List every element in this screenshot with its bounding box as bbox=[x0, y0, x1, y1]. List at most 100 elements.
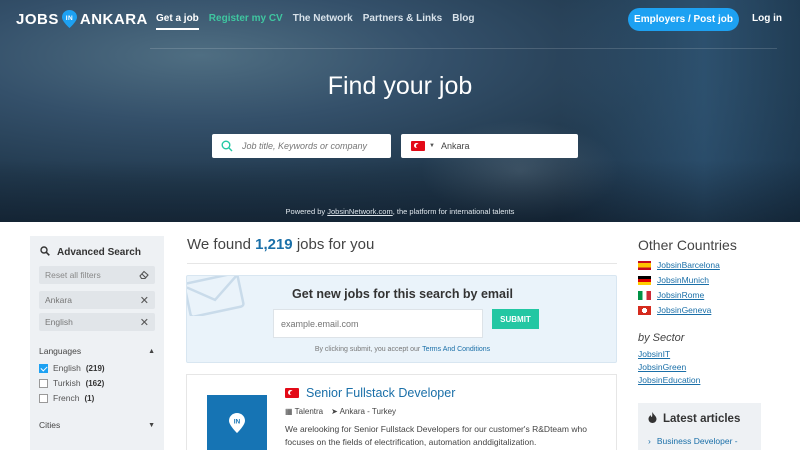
checkbox[interactable] bbox=[39, 393, 48, 403]
job-search-input[interactable] bbox=[242, 141, 382, 151]
country-label: JobsinMunich bbox=[657, 275, 709, 285]
country-label: JobsinRome bbox=[657, 290, 705, 300]
logo-pin-icon: IN bbox=[229, 413, 245, 433]
by-sector-title: by Sector bbox=[638, 332, 685, 344]
eraser-icon bbox=[139, 270, 149, 281]
nav-blog[interactable]: Blog bbox=[452, 13, 474, 30]
top-navbar: JOBS IN ANKARA Get a job Register my CV … bbox=[0, 0, 800, 40]
nav-links: Get a job Register my CV The Network Par… bbox=[156, 13, 474, 30]
sector-link-it[interactable]: JobsinIT bbox=[638, 349, 700, 359]
job-title: Senior Fullstack Developer bbox=[306, 386, 456, 400]
site-logo[interactable]: JOBS IN ANKARA bbox=[16, 10, 148, 28]
results-divider bbox=[187, 263, 617, 264]
country-label: JobsinBarcelona bbox=[657, 260, 720, 270]
language-label: Turkish bbox=[53, 378, 81, 388]
language-count: (162) bbox=[85, 378, 105, 388]
turkey-flag-icon bbox=[411, 141, 425, 151]
language-label: English bbox=[53, 363, 81, 373]
powered-prefix: Powered by bbox=[285, 207, 326, 216]
nav-the-network[interactable]: The Network bbox=[293, 13, 353, 30]
location: ➤ Ankara - Turkey bbox=[331, 407, 396, 416]
filter-chip-label: English bbox=[45, 317, 73, 327]
nav-register-cv[interactable]: Register my CV bbox=[209, 13, 283, 30]
language-label: French bbox=[53, 393, 80, 403]
submit-button[interactable]: SUBMIT bbox=[492, 309, 539, 329]
languages-section-header[interactable]: Languages ▲ bbox=[39, 346, 155, 356]
nav-divider bbox=[150, 48, 777, 49]
italy-flag-icon bbox=[638, 290, 651, 300]
job-card[interactable]: IN Senior Fullstack Developer ▦ Talentra… bbox=[186, 374, 617, 450]
sector-link-education[interactable]: JobsinEducation bbox=[638, 375, 700, 385]
filter-chip-label: Ankara bbox=[45, 295, 72, 305]
chevron-down-icon: ▼ bbox=[148, 421, 155, 429]
login-link[interactable]: Log in bbox=[752, 13, 782, 24]
job-alert-box: Get new jobs for this search by email SU… bbox=[186, 275, 617, 363]
nav-get-a-job[interactable]: Get a job bbox=[156, 13, 199, 30]
latest-articles-panel: Latest articles › Business Developer - bbox=[638, 403, 761, 450]
country-link-munich[interactable]: JobsinMunich bbox=[638, 275, 720, 285]
jobsinnetwork-link[interactable]: JobsinNetwork.com bbox=[327, 207, 392, 216]
search-icon bbox=[40, 246, 50, 259]
germany-flag-icon bbox=[638, 275, 651, 285]
results-count-heading: We found 1,219 jobs for you bbox=[187, 236, 374, 253]
sector-link-green[interactable]: JobsinGreen bbox=[638, 362, 700, 372]
location-value: Ankara bbox=[440, 141, 470, 151]
employers-post-job-button[interactable]: Employers / Post job bbox=[628, 8, 739, 31]
nav-partners-links[interactable]: Partners & Links bbox=[363, 13, 442, 30]
terms-link[interactable]: Terms And Conditions bbox=[422, 346, 490, 353]
fire-icon bbox=[648, 412, 657, 426]
close-icon[interactable]: ✕ bbox=[140, 294, 149, 307]
country-label: JobsinGeneva bbox=[657, 305, 712, 315]
hero-banner: JOBS IN ANKARA Get a job Register my CV … bbox=[0, 0, 800, 222]
company-logo-text: IN bbox=[234, 419, 241, 426]
job-meta: ▦ Talentra ➤ Ankara - Turkey bbox=[285, 407, 396, 416]
job-title-link[interactable]: Senior Fullstack Developer bbox=[285, 386, 455, 400]
location-selector[interactable]: ▼ Ankara bbox=[401, 134, 578, 158]
reset-filters-label: Reset all filters bbox=[45, 270, 101, 280]
language-option-french[interactable]: French (1) bbox=[39, 393, 155, 403]
terms-prefix: By clicking submit, you accept our bbox=[314, 346, 421, 353]
language-option-turkish[interactable]: Turkish (162) bbox=[39, 378, 155, 388]
latest-article-link[interactable]: › Business Developer - bbox=[648, 436, 738, 446]
switzerland-flag-icon bbox=[638, 305, 651, 315]
close-icon[interactable]: ✕ bbox=[140, 316, 149, 329]
logo-pin-icon: IN bbox=[61, 10, 77, 28]
logo-text-right: ANKARA bbox=[79, 10, 148, 28]
reset-filters-button[interactable]: Reset all filters bbox=[39, 266, 155, 284]
building-icon: ▦ bbox=[285, 407, 293, 416]
email-field[interactable] bbox=[273, 309, 483, 338]
country-link-barcelona[interactable]: JobsinBarcelona bbox=[638, 260, 720, 270]
company-name: Talentra bbox=[294, 407, 324, 416]
chevron-up-icon: ▲ bbox=[148, 347, 155, 355]
job-alert-title: Get new jobs for this search by email bbox=[292, 287, 513, 301]
sector-list: JobsinIT JobsinGreen JobsinEducation bbox=[638, 349, 700, 388]
language-count: (1) bbox=[84, 393, 95, 403]
filter-chip-ankara: Ankara ✕ bbox=[39, 291, 155, 309]
country-link-geneva[interactable]: JobsinGeneva bbox=[638, 305, 720, 315]
advanced-search-label: Advanced Search bbox=[57, 247, 141, 258]
chevron-down-icon[interactable]: ▼ bbox=[429, 143, 435, 149]
latest-articles-label: Latest articles bbox=[663, 413, 741, 425]
terms-text: By clicking submit, you accept our Terms… bbox=[187, 346, 616, 353]
advanced-search-title: Advanced Search bbox=[39, 246, 155, 259]
other-countries-list: JobsinBarcelona JobsinMunich JobsinRome … bbox=[638, 260, 720, 320]
results-prefix: We found bbox=[187, 236, 251, 253]
search-icon bbox=[212, 140, 242, 152]
language-option-english[interactable]: English (219) bbox=[39, 363, 155, 373]
company: ▦ Talentra bbox=[285, 407, 323, 416]
results-suffix: jobs for you bbox=[296, 236, 375, 253]
turkey-flag-icon bbox=[285, 388, 299, 398]
latest-articles-title: Latest articles bbox=[648, 412, 740, 426]
results-count: 1,219 bbox=[255, 236, 293, 253]
logo-text-left: JOBS bbox=[16, 10, 59, 28]
languages-label: Languages bbox=[39, 346, 82, 356]
checkbox[interactable] bbox=[39, 378, 48, 388]
country-link-rome[interactable]: JobsinRome bbox=[638, 290, 720, 300]
job-search-field[interactable] bbox=[212, 134, 391, 158]
checkbox[interactable] bbox=[39, 363, 48, 373]
job-location: Ankara - Turkey bbox=[339, 407, 397, 416]
company-logo: IN bbox=[207, 395, 267, 450]
cities-section-header[interactable]: Cities ▼ bbox=[39, 420, 155, 430]
job-description: We arelooking for Senior Fullstack Devel… bbox=[285, 424, 587, 447]
other-countries-title: Other Countries bbox=[638, 237, 737, 253]
